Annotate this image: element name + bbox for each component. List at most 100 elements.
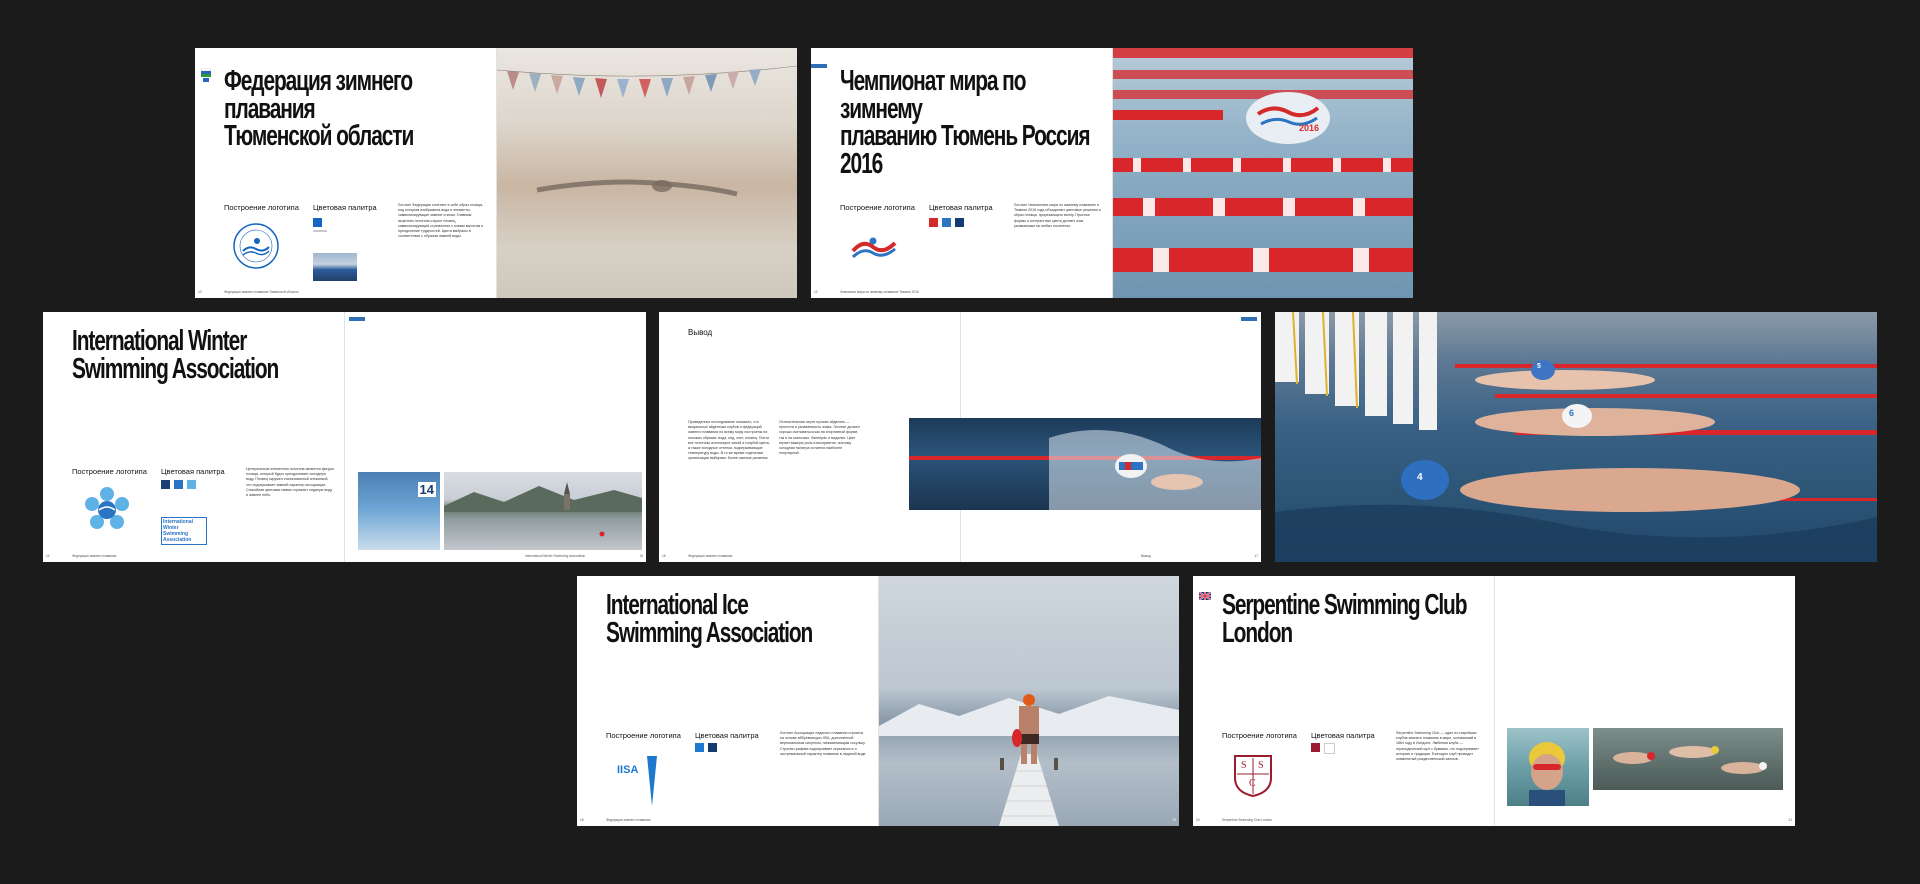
open-water-illustration [1613,746,1767,774]
iwsa-wordmark: International Winter Swimming Associatio… [161,517,207,545]
icicle-icon [647,756,657,806]
spread-3-left-page: International Winter Swimming Associatio… [43,312,344,562]
header-swimmer-icon [1241,317,1257,321]
logo-construction-label: Построение логотипа [1222,731,1297,740]
crest-letter-2: S [1258,760,1264,771]
backstroke-start-illustration [1275,312,1877,562]
photo-lane-ropes-cap: 2016 [1113,48,1413,298]
crest-letter-3: C [1249,778,1256,789]
championship-year-badge: 2016 [1299,123,1320,133]
palette-swatch-navy [708,743,717,752]
page-number: 12 [814,290,818,294]
wordmark-line-4: Association [163,537,192,543]
photo-swimmer-goggles [1507,728,1589,806]
palette-label: Цветовая палитра [929,203,993,212]
page-footer-right: Вывод [1141,554,1151,558]
page-number-right: 21 [1788,818,1792,822]
spread-6-right-page: 19 [879,576,1179,826]
church-island-illustration [444,482,642,537]
spread-title: Федерация зимнего плавания Тюменской обл… [224,65,414,153]
lane-ropes-illustration [1113,48,1413,272]
goggles-swimmer-illustration [1529,742,1565,806]
palette-label: Цветовая палитра [313,203,377,212]
spread-title: International Ice Swimming Association [606,589,813,649]
logo-construction-label: Построение логотипа [840,203,915,212]
serpentine-crest-logo: S S C [1233,754,1273,798]
spread-iisa: International Ice Swimming Association П… [577,576,1179,826]
swim-cap-number-1: 6 [1569,408,1575,418]
shield-icon [1234,755,1272,798]
iwsa-snowflake-logo [85,487,129,529]
swim-cap-number-3: 4 [1417,472,1423,483]
photo-backstroke-start: 6 5 4 [1275,312,1877,562]
bunting-flags-illustration [497,65,797,98]
page-number-left: 14 [46,554,50,558]
page-footer: Федерация зимнего плавания Тюменской обл… [224,290,299,294]
spread-body-text: Serpentine Swimming Club — один из старе… [1396,731,1479,762]
spread-2-left-page: Чемпионат мира по зимнему плаванию Тюмен… [811,48,1112,298]
page-footer: Федерация зимнего плавания [688,554,733,558]
spread-serpentine-club: Serpentine Swimming Club London Построен… [1193,576,1795,826]
palette-swatch-navy [955,218,964,227]
swimmer-silhouette-illustration [536,179,738,197]
page-number-right: 15 [639,554,643,558]
spread-6-left-page: International Ice Swimming Association П… [577,576,878,826]
photo-open-water-swimmers [1593,728,1783,790]
spread-tyumen-federation: Федерация зимнего плавания Тюменской обл… [195,48,797,298]
photo-swimmer-in-fog [497,48,797,298]
spread-iwsa: International Winter Swimming Associatio… [43,312,646,562]
palette-swatch-blue [695,743,704,752]
region-flag-icon [201,68,211,82]
photo-pool-swimmer: 14 [358,472,440,550]
splash-illustration [909,430,1261,510]
pier-scene-illustration [879,694,1179,826]
spread-2-right-page: 2016 [1113,48,1413,298]
logo-construction-label: Построение логотипа [606,731,681,740]
lane-number-sign: 14 [417,482,436,497]
palette-label: Цветовая палитра [161,467,225,476]
palette-swatch-red [929,218,938,227]
spread-7-left-page: Serpentine Swimming Club London Построен… [1193,576,1494,826]
spread-body-text: Логотип Чемпионата мира по зимнему плава… [1014,203,1101,228]
iisa-wordmark: IISA [617,764,639,776]
page-number-right: 19 [1172,818,1176,822]
logo-construction-label: Построение логотипа [224,203,299,212]
spread-body-text: Логотип Ассоциации ледяного плавания стр… [780,731,867,756]
page-number: 10 [198,290,202,294]
spread-title: International Winter Swimming Associatio… [72,325,279,385]
photo-mountain-lake [444,472,642,550]
palette-swatch-light [187,480,196,489]
spread-backstroke-start-photo: 6 5 4 [1275,312,1877,562]
page-number-left: 20 [1196,818,1200,822]
page-footer: Федерация зимнего плавания [606,818,651,822]
federation-seal-logo [233,223,279,269]
spread-body-text: Центральным элементом логотипа является … [246,467,334,498]
palette-swatch-white [1324,743,1335,754]
uk-flag-icon [1199,592,1211,600]
spread-3-right-page: 14 International Winter Swimming Associa… [345,312,646,562]
logo-construction-label: Построение логотипа [72,467,147,476]
palette-label: Цветовая палитра [695,731,759,740]
spread-world-championship-2016: Чемпионат мира по зимнему плаванию Тюмен… [811,48,1413,298]
page-footer: Serpentine Swimming Club London [1222,818,1272,822]
photo-swimmer-splash [909,418,1261,510]
photo-swimmer-on-pier [879,576,1179,826]
swatch-caption [313,230,327,232]
spread-title: Serpentine Swimming Club London [1222,589,1467,649]
spread-conclusion: Вывод Проведенное исследование показало,… [659,312,1261,562]
page-number-right: 17 [1254,554,1258,558]
palette-label: Цветовая палитра [1311,731,1375,740]
photo-federation-team [313,253,357,281]
conclusion-column-1: Проведенное исследование показало, что в… [688,420,770,461]
page-footer: Чемпионат мира по зимнему плаванию Тюмен… [840,290,919,294]
spread-1-left-page: Федерация зимнего плавания Тюменской обл… [195,48,496,298]
header-swimmer-icon [349,317,365,321]
spread-7-right-page: 21 [1495,576,1795,826]
spread-body-text: Логотип Федерации сочетает в себе образ … [398,203,484,239]
palette-swatch-navy [161,480,170,489]
palette-swatch-crimson [1311,743,1320,752]
page-number-left: 18 [580,818,584,822]
swim-cap-number-2: 5 [1537,363,1541,370]
page-footer: Федерация зимнего плавания [72,554,117,558]
spread-title: Чемпионат мира по зимнему плаванию Тюмен… [840,65,1091,180]
